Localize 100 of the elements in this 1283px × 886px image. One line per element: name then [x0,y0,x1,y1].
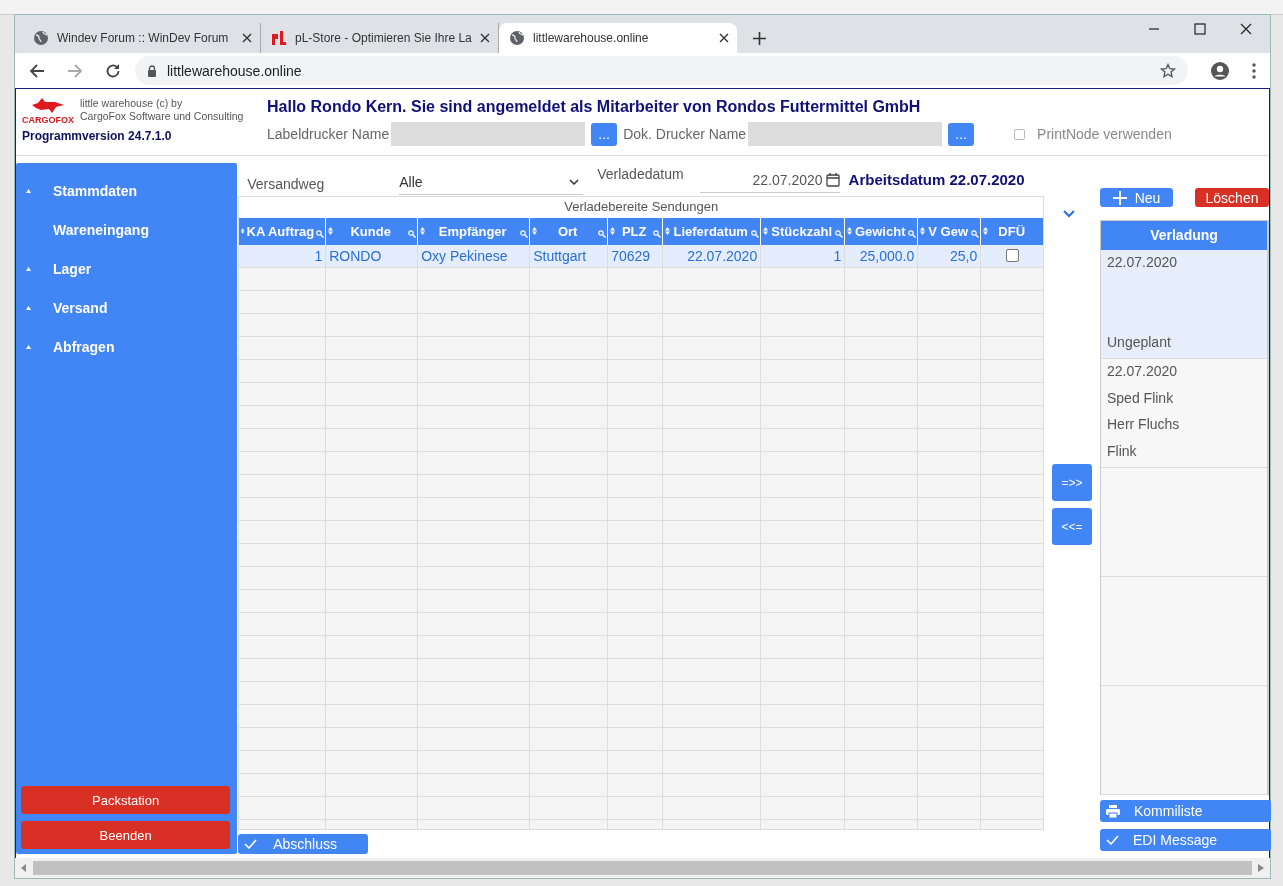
sidebar-item[interactable]: Lager [16,249,238,288]
sidebar-button[interactable]: Packstation [21,786,231,814]
delete-button[interactable]: Löschen [1195,188,1269,207]
search-icon[interactable] [908,230,917,239]
pl-logo-icon [271,30,287,46]
reload-icon[interactable] [105,62,121,79]
field-label: Dok. Drucker Name [623,126,747,142]
company-name: CargoFox Software und Consulting [80,110,244,123]
back-arrow-icon[interactable] [29,62,45,79]
date-field[interactable]: 22.07.2020 [699,167,840,194]
sort-icon[interactable] [420,227,426,236]
new-button[interactable]: Neu [1100,188,1173,207]
printer-icon [1106,804,1120,818]
printer-field[interactable] [748,122,943,146]
calendar-icon[interactable] [825,172,840,187]
action-button[interactable]: EDI Message [1100,829,1271,851]
entry-text: Sped Flink [1107,389,1175,406]
column-header[interactable]: Stückzahl [761,217,846,245]
search-icon[interactable] [408,230,417,239]
tab-close-icon[interactable] [719,33,729,43]
action-button[interactable]: Kommiliste [1100,800,1271,822]
column-header[interactable]: V Gew [918,217,982,245]
search-icon[interactable] [520,230,529,239]
column-header[interactable]: Gewicht [845,217,919,245]
column-header[interactable]: Ort [530,217,609,245]
check-icon [244,839,258,849]
app-name: little warehouse (c) by [80,97,184,110]
printer-field[interactable] [391,122,586,146]
chevron-down-icon[interactable] [1063,210,1076,218]
checkbox[interactable] [1006,248,1020,262]
scrollbar-thumb[interactable] [33,861,1252,875]
search-icon[interactable] [653,230,662,239]
globe-icon [509,30,525,46]
browse-button[interactable]: ... [948,122,975,146]
close-icon[interactable] [1240,23,1252,35]
sort-icon[interactable] [532,227,538,236]
search-icon[interactable] [971,230,980,239]
sort-icon[interactable] [847,227,853,236]
search-icon[interactable] [598,230,607,239]
sidebar-item[interactable]: Abfragen [16,327,238,366]
sort-icon[interactable] [920,227,926,236]
logo-text: CARGOFOX [22,115,74,125]
table-cell: Stuttgart [530,244,609,268]
table-cell: RONDO [326,244,419,268]
table-row[interactable]: 1 RONDO Oxy Pekinese Stuttgart 70629 22.07.2020 1 25,000.0 25,0 [239,244,1044,268]
transfer-button[interactable]: <<= [1052,508,1093,545]
sort-icon[interactable] [610,227,616,236]
horizontal-scrollbar[interactable] [15,858,1270,878]
entry-text: 22.07.2020 [1107,254,1179,270]
column-header[interactable]: Lieferdatum [663,217,762,245]
column-header[interactable]: PLZ [608,217,664,245]
column-header[interactable]: DFÜ [981,217,1044,245]
transfer-button[interactable]: =>> [1052,464,1093,501]
loading-entry[interactable]: 22.07.2020 Sped Flink Herr Fluchs Flink [1101,359,1267,468]
sort-icon[interactable] [763,227,769,236]
search-icon[interactable] [751,230,760,239]
greeting-text: Hallo Rondo Kern. Sie sind angemeldet als Mitarbeiter von Rondos Futtermittel GmbH [267,98,922,116]
table-cell: 25,000.0 [845,244,919,268]
version-text: Programmversion 24.7.1.0 [22,129,173,143]
column-header[interactable]: Kunde [326,217,419,245]
search-icon[interactable] [316,230,325,239]
tab-title: littlewarehouse.online [533,31,650,45]
profile-icon[interactable] [1210,60,1230,81]
new-tab-icon[interactable] [753,31,766,45]
lock-icon [147,64,157,77]
address-bar[interactable]: littlewarehouse.online [135,56,1188,85]
finish-button[interactable]: Abschluss [238,834,369,854]
field-label: Verladedatum [597,166,684,183]
browse-button[interactable]: ... [591,122,618,146]
list-header: Verladung [1101,221,1267,250]
url-text: littlewarehouse.online [167,62,303,79]
loading-entry[interactable]: 22.07.2020 Ungeplant [1101,250,1267,359]
entry-text: Ungeplant [1107,334,1172,350]
sidebar-item[interactable]: Versand [16,288,238,327]
browser-tab[interactable]: littlewarehouse.online [499,23,737,53]
shipping-dropdown[interactable]: Alle [399,169,584,196]
search-icon[interactable] [835,230,844,239]
scroll-right-icon[interactable] [1258,864,1264,872]
star-icon[interactable] [1160,62,1176,79]
menu-icon[interactable] [1252,62,1256,79]
sort-icon[interactable] [328,227,334,236]
maximize-icon[interactable] [1194,23,1206,35]
entry-text: Flink [1107,442,1138,459]
sort-icon[interactable] [665,227,671,236]
tab-close-icon[interactable] [480,33,490,43]
column-header[interactable]: Empfänger [418,217,531,245]
forward-arrow-icon[interactable] [67,62,83,79]
tab-close-icon[interactable] [242,33,252,43]
column-header[interactable]: KA Auftrag [239,217,327,245]
table-title: Verladebereite Sendungen [563,197,720,216]
sidebar-button[interactable]: Beenden [21,821,231,849]
table-cell: Oxy Pekinese [418,244,531,268]
sidebar-item[interactable]: Stammdaten [16,171,238,210]
entry-text: Herr Fluchs [1107,416,1181,433]
sort-icon[interactable] [241,227,245,236]
entry-text: 22.07.2020 [1107,363,1179,379]
check-icon [1106,835,1119,845]
sidebar-item[interactable]: Wareneingang [16,210,238,249]
scroll-left-icon[interactable] [21,864,27,872]
sort-icon[interactable] [983,227,989,236]
